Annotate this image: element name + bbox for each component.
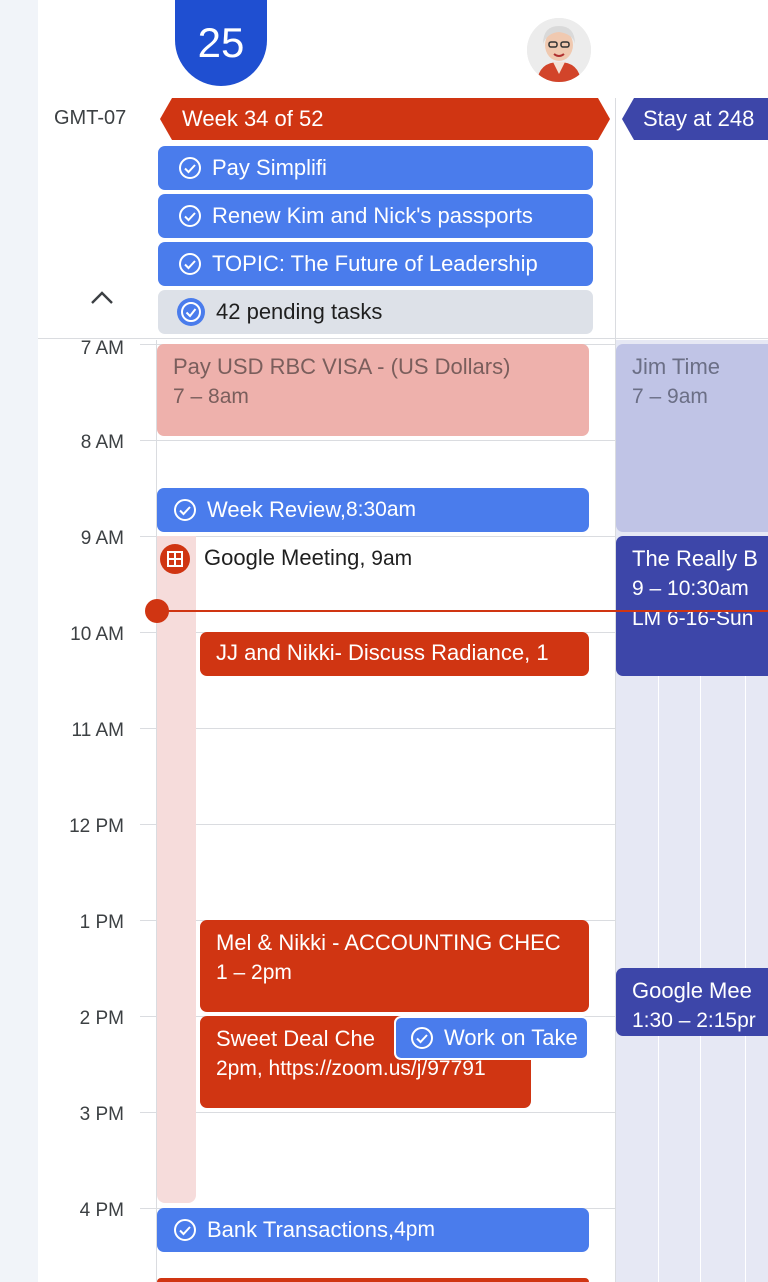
event-google-meeting-2[interactable]: Google Mee 1:30 – 2:15pr (616, 968, 768, 1036)
pending-tasks-chip[interactable]: 42 pending tasks (158, 290, 593, 334)
hour-label: 1 PM (79, 912, 124, 933)
event-title: Pay USD RBC VISA - (US Dollars) (173, 354, 511, 379)
event-title: Google Mee (632, 978, 752, 1003)
event-google-meeting[interactable]: Google Meeting, 9am (204, 545, 412, 571)
event-jj-nikki[interactable]: JJ and Nikki- Discuss Radiance, 1 (200, 632, 589, 676)
event-title: Mel & Nikki - ACCOUNTING CHEC (216, 930, 561, 955)
hour-line (140, 440, 616, 441)
check-circle-icon (177, 298, 205, 326)
event-time: 1 – 2pm (216, 961, 292, 984)
hour-label: 4 PM (79, 1200, 124, 1221)
event-title: Jim Time (632, 354, 720, 379)
event-title: The Really B (632, 546, 758, 571)
task-title: Week Review, (207, 497, 346, 522)
timezone-label: GMT-07 (54, 107, 127, 129)
check-circle-icon (174, 1219, 196, 1241)
avatar[interactable] (527, 18, 591, 82)
hour-label: 7 AM (80, 338, 124, 359)
task-work-on[interactable]: Work on Take (394, 1016, 589, 1060)
task-time: 8:30am (345, 498, 417, 521)
day-column-right-border (615, 98, 616, 1282)
event-time: 9am (365, 547, 413, 570)
hour-line (140, 1112, 616, 1113)
hour-label: 8 AM (80, 432, 124, 453)
current-time-dot (145, 599, 169, 623)
task-label: TOPIC: The Future of Leadership (212, 251, 538, 276)
check-circle-icon (179, 253, 201, 275)
hour-label: 2 PM (79, 1008, 124, 1029)
check-circle-icon (174, 499, 196, 521)
task-label: Pay Simplifi (212, 155, 327, 180)
event-extra: LM 6-16-Sun (632, 607, 754, 630)
hour-label: 10 AM (70, 624, 124, 645)
task-week-review[interactable]: Week Review, 8:30am (157, 488, 589, 532)
header-divider (38, 338, 768, 339)
task-time: 4pm (394, 1218, 435, 1241)
week-banner-label: Week 34 of 52 (182, 106, 324, 131)
event-title: Google Meeting, (204, 545, 366, 570)
event-time: 7 – 9am (632, 385, 708, 408)
event-time: 9 – 10:30am (632, 577, 749, 600)
chevron-up-icon[interactable] (88, 285, 116, 309)
hour-label: 12 PM (69, 816, 124, 837)
check-circle-icon (411, 1027, 433, 1049)
all-day-task[interactable]: Pay Simplifi (158, 146, 593, 190)
event-time: 1:30 – 2:15pr (632, 1009, 756, 1032)
event-pay-visa[interactable]: Pay USD RBC VISA - (US Dollars) 7 – 8am (157, 344, 589, 436)
grid-calendar-icon (160, 544, 190, 574)
hour-label: 3 PM (79, 1104, 124, 1125)
task-bank-transactions[interactable]: Bank Transactions, 4pm (157, 1208, 589, 1252)
event-title: JJ and Nikki- Discuss Radiance, 1 (216, 640, 549, 665)
week-banner[interactable]: Week 34 of 52 (160, 98, 610, 140)
hour-line (140, 824, 616, 825)
all-day-task[interactable]: Renew Kim and Nick's passports (158, 194, 593, 238)
stay-banner[interactable]: Stay at 248 (622, 98, 768, 140)
hour-label: 11 AM (71, 720, 124, 741)
event-time: 7 – 8am (173, 385, 249, 408)
event-cutoff[interactable] (157, 1278, 589, 1282)
stay-banner-label: Stay at 248 (643, 106, 755, 131)
all-day-task[interactable]: TOPIC: The Future of Leadership (158, 242, 593, 286)
task-label: Renew Kim and Nick's passports (212, 203, 533, 228)
event-jim-time[interactable]: Jim Time 7 – 9am (616, 344, 768, 532)
today-date[interactable]: 25 (175, 0, 267, 86)
task-title: Work on Take (444, 1025, 578, 1050)
hour-line (140, 728, 616, 729)
current-time-line (157, 610, 768, 612)
meeting-span-bar[interactable] (157, 536, 196, 1203)
event-mel-nikki[interactable]: Mel & Nikki - ACCOUNTING CHEC 1 – 2pm (200, 920, 589, 1012)
event-really[interactable]: The Really B 9 – 10:30am LM 6-16-Sun (616, 536, 768, 676)
hour-label: 9 AM (80, 528, 124, 549)
hour-line (140, 536, 616, 537)
pending-label: 42 pending tasks (216, 299, 383, 324)
left-gutter (0, 0, 38, 1282)
check-circle-icon (179, 205, 201, 227)
check-circle-icon (179, 157, 201, 179)
task-title: Bank Transactions, (207, 1217, 395, 1242)
